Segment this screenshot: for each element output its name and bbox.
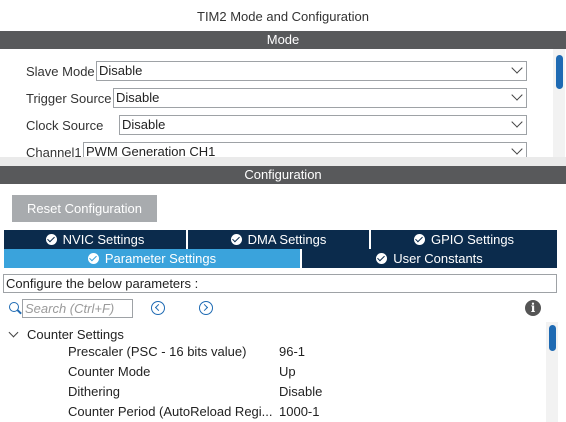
- parameter-value[interactable]: 1000-1: [279, 402, 319, 422]
- parameter-value[interactable]: Up: [279, 362, 296, 382]
- check-circle-icon: [230, 234, 242, 245]
- parameter-scrollbar-thumb[interactable]: [549, 325, 556, 351]
- tab-nvic-settings-label: NVIC Settings: [62, 232, 145, 247]
- slave-mode-row: Slave Mode: [26, 61, 95, 81]
- info-icon[interactable]: i: [525, 300, 541, 316]
- tab-user-constants-label: User Constants: [393, 251, 483, 266]
- chevron-down-icon: [511, 143, 523, 155]
- counter-settings-group[interactable]: Counter Settings: [8, 325, 124, 343]
- check-circle-icon: [376, 253, 388, 264]
- tab-dma-settings-label: DMA Settings: [247, 232, 327, 247]
- parameter-row[interactable]: Counter Period (AutoReload Regi... 1000-…: [68, 402, 546, 422]
- splitter[interactable]: [0, 157, 566, 166]
- parameter-row[interactable]: Counter Mode Up: [68, 362, 546, 382]
- parameter-name: Counter Mode: [68, 364, 151, 379]
- mode-header: Mode: [0, 31, 566, 49]
- search-input[interactable]: [22, 299, 133, 318]
- clock-source-row: Clock Source: [26, 115, 103, 135]
- trigger-source-row: Trigger Source: [26, 88, 112, 108]
- check-circle-icon: [413, 234, 425, 245]
- channel1-row: Channel1: [26, 142, 82, 158]
- tab-user-constants[interactable]: User Constants: [302, 249, 557, 268]
- parameter-name: Counter Period (AutoReload Regi...: [68, 404, 273, 419]
- chevron-left-circle-icon[interactable]: [151, 301, 165, 315]
- parameter-tree: Counter Settings Prescaler (PSC - 16 bit…: [0, 322, 546, 422]
- chevron-down-icon[interactable]: [8, 327, 19, 337]
- tab-gpio-settings[interactable]: GPIO Settings: [371, 230, 557, 249]
- counter-settings-label: Counter Settings: [27, 326, 124, 342]
- tab-parameter-settings-label: Parameter Settings: [104, 251, 217, 266]
- search-icon: [9, 302, 19, 312]
- parameter-value[interactable]: Disable: [279, 382, 322, 402]
- tab-nvic-settings[interactable]: NVIC Settings: [4, 230, 186, 249]
- tab-dma-settings[interactable]: DMA Settings: [188, 230, 369, 249]
- chevron-down-icon: [511, 116, 523, 128]
- chevron-down-icon: [511, 89, 523, 101]
- slave-mode-select[interactable]: Disable: [96, 61, 527, 81]
- mode-scrollbar-thumb[interactable]: [556, 55, 563, 89]
- trigger-source-value: Disable: [116, 90, 160, 105]
- trigger-source-label: Trigger Source: [26, 90, 112, 106]
- clock-source-select[interactable]: Disable: [119, 115, 527, 135]
- tab-gpio-settings-label: GPIO Settings: [430, 232, 515, 247]
- slave-mode-value: Disable: [99, 63, 143, 78]
- check-circle-icon: [87, 253, 99, 264]
- mode-scrollbar[interactable]: [553, 49, 565, 157]
- parameter-row[interactable]: Dithering Disable: [68, 382, 546, 402]
- channel1-label: Channel1: [26, 144, 82, 158]
- configuration-header: Configuration: [0, 166, 566, 184]
- channel1-value: PWM Generation CH1: [86, 144, 216, 157]
- trigger-source-select[interactable]: Disable: [113, 88, 527, 108]
- configure-parameters-banner: Configure the below parameters :: [3, 274, 557, 293]
- parameter-name: Prescaler (PSC - 16 bits value): [68, 344, 247, 359]
- clock-source-label: Clock Source: [26, 117, 104, 133]
- reset-configuration-button[interactable]: Reset Configuration: [12, 195, 157, 222]
- channel1-select[interactable]: PWM Generation CH1: [83, 142, 527, 157]
- parameter-value[interactable]: 96-1: [279, 342, 305, 362]
- check-circle-icon: [45, 234, 57, 245]
- chevron-down-icon: [511, 62, 523, 74]
- chevron-right-circle-icon[interactable]: [199, 301, 213, 315]
- parameter-name: Dithering: [68, 384, 121, 399]
- tab-parameter-settings[interactable]: Parameter Settings: [4, 249, 300, 268]
- clock-source-value: Disable: [122, 117, 166, 132]
- window-title: TIM2 Mode and Configuration: [0, 0, 566, 31]
- slave-mode-label: Slave Mode: [26, 63, 95, 79]
- parameter-scrollbar[interactable]: [546, 322, 558, 422]
- mode-panel: Slave Mode Disable Trigger Source Disabl…: [0, 49, 566, 157]
- parameter-row[interactable]: Prescaler (PSC - 16 bits value) 96-1: [68, 342, 546, 362]
